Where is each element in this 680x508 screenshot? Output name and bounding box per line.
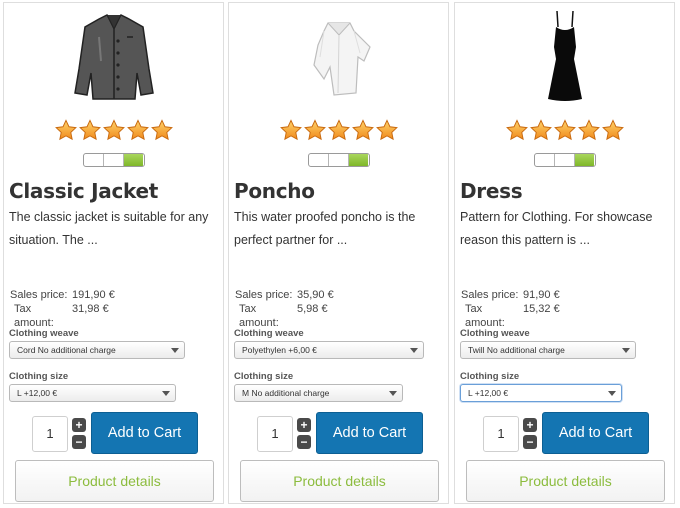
- star-icon: [601, 119, 624, 142]
- star-icon: [279, 119, 302, 142]
- star-icon: [553, 119, 576, 142]
- stock-level-indicator: [533, 153, 596, 167]
- quantity-input[interactable]: 1: [32, 416, 68, 452]
- product-title[interactable]: Dress: [460, 179, 523, 203]
- clothing-weave-value: Cord No additional charge: [17, 345, 116, 355]
- clothing-size-label: Clothing size: [9, 371, 69, 382]
- clothing-weave-label: Clothing weave: [234, 328, 304, 339]
- sales-price-label: Sales price:: [235, 289, 293, 301]
- stock-level-indicator: [82, 153, 145, 167]
- star-icon: [78, 119, 101, 142]
- product-details-button[interactable]: Product details: [15, 460, 214, 502]
- clothing-weave-label: Clothing weave: [460, 328, 530, 339]
- rating-stars: [279, 119, 398, 142]
- clothing-size-value: L +12,00 €: [468, 388, 509, 398]
- tax-amount-label: Tax amount:: [239, 303, 279, 329]
- add-to-cart-button[interactable]: Add to Cart: [316, 412, 423, 454]
- product-title[interactable]: Poncho: [234, 179, 315, 203]
- clothing-weave-select[interactable]: Polyethylen +6,00 €: [234, 341, 424, 359]
- quantity-decrease-button[interactable]: −: [297, 435, 311, 449]
- star-icon: [102, 119, 125, 142]
- sales-price-label: Sales price:: [10, 289, 68, 301]
- tax-amount-label: Tax amount:: [14, 303, 54, 329]
- product-details-button[interactable]: Product details: [466, 460, 665, 502]
- product-details-button[interactable]: Product details: [240, 460, 439, 502]
- chevron-down-icon: [622, 348, 630, 353]
- star-icon: [327, 119, 350, 142]
- star-icon: [303, 119, 326, 142]
- quantity-increase-button[interactable]: +: [523, 418, 537, 432]
- tax-amount-value: 31,98 €: [72, 303, 109, 315]
- clothing-weave-select[interactable]: Twill No additional charge: [460, 341, 636, 359]
- quantity-increase-button[interactable]: +: [72, 418, 86, 432]
- poncho-icon[interactable]: [294, 7, 384, 107]
- chevron-down-icon: [410, 348, 418, 353]
- price-block: Sales price: 91,90 € Tax amount: 15,32 €: [461, 288, 560, 330]
- product-title[interactable]: Classic Jacket: [9, 179, 158, 203]
- tax-amount-value: 15,32 €: [523, 303, 560, 315]
- chevron-down-icon: [389, 391, 397, 396]
- stock-level-indicator: [307, 153, 370, 167]
- quantity-decrease-button[interactable]: −: [523, 435, 537, 449]
- star-icon: [375, 119, 398, 142]
- tax-amount-value: 5,98 €: [297, 303, 328, 315]
- add-to-cart-button[interactable]: Add to Cart: [542, 412, 649, 454]
- product-card: Poncho This water proofed poncho is the …: [228, 2, 449, 504]
- star-icon: [351, 119, 374, 142]
- add-to-cart-button[interactable]: Add to Cart: [91, 412, 198, 454]
- clothing-weave-value: Polyethylen +6,00 €: [242, 345, 317, 355]
- clothing-size-select[interactable]: L +12,00 €: [460, 384, 622, 402]
- product-card: Classic Jacket The classic jacket is sui…: [3, 2, 224, 504]
- price-block: Sales price: 191,90 € Tax amount: 31,98 €: [10, 288, 115, 330]
- chevron-down-icon: [171, 348, 179, 353]
- star-icon: [150, 119, 173, 142]
- sales-price-value: 35,90 €: [297, 289, 334, 301]
- sales-price-value: 191,90 €: [72, 289, 115, 301]
- star-icon: [126, 119, 149, 142]
- jacket-icon[interactable]: [69, 7, 159, 107]
- star-icon: [54, 119, 77, 142]
- clothing-size-value: M No additional charge: [242, 388, 330, 398]
- quantity-input[interactable]: 1: [257, 416, 293, 452]
- rating-stars: [54, 119, 173, 142]
- chevron-down-icon: [608, 391, 616, 396]
- sales-price-label: Sales price:: [461, 289, 519, 301]
- chevron-down-icon: [162, 391, 170, 396]
- rating-stars: [505, 119, 624, 142]
- clothing-size-select[interactable]: M No additional charge: [234, 384, 403, 402]
- product-description: Pattern for Clothing. For showcase reaso…: [460, 210, 653, 247]
- quantity-input[interactable]: 1: [483, 416, 519, 452]
- clothing-weave-select[interactable]: Cord No additional charge: [9, 341, 185, 359]
- sales-price-value: 91,90 €: [523, 289, 560, 301]
- star-icon: [529, 119, 552, 142]
- quantity-decrease-button[interactable]: −: [72, 435, 86, 449]
- dress-icon[interactable]: [520, 7, 610, 107]
- clothing-weave-value: Twill No additional charge: [468, 345, 565, 355]
- product-description: The classic jacket is suitable for any s…: [9, 210, 209, 247]
- clothing-size-label: Clothing size: [234, 371, 294, 382]
- price-block: Sales price: 35,90 € Tax amount: 5,98 €: [235, 288, 334, 330]
- star-icon: [577, 119, 600, 142]
- clothing-weave-label: Clothing weave: [9, 328, 79, 339]
- clothing-size-label: Clothing size: [460, 371, 520, 382]
- clothing-size-value: L +12,00 €: [17, 388, 58, 398]
- star-icon: [505, 119, 528, 142]
- quantity-increase-button[interactable]: +: [297, 418, 311, 432]
- product-description: This water proofed poncho is the perfect…: [234, 210, 416, 247]
- clothing-size-select[interactable]: L +12,00 €: [9, 384, 176, 402]
- product-card: Dress Pattern for Clothing. For showcase…: [454, 2, 675, 504]
- tax-amount-label: Tax amount:: [465, 303, 505, 329]
